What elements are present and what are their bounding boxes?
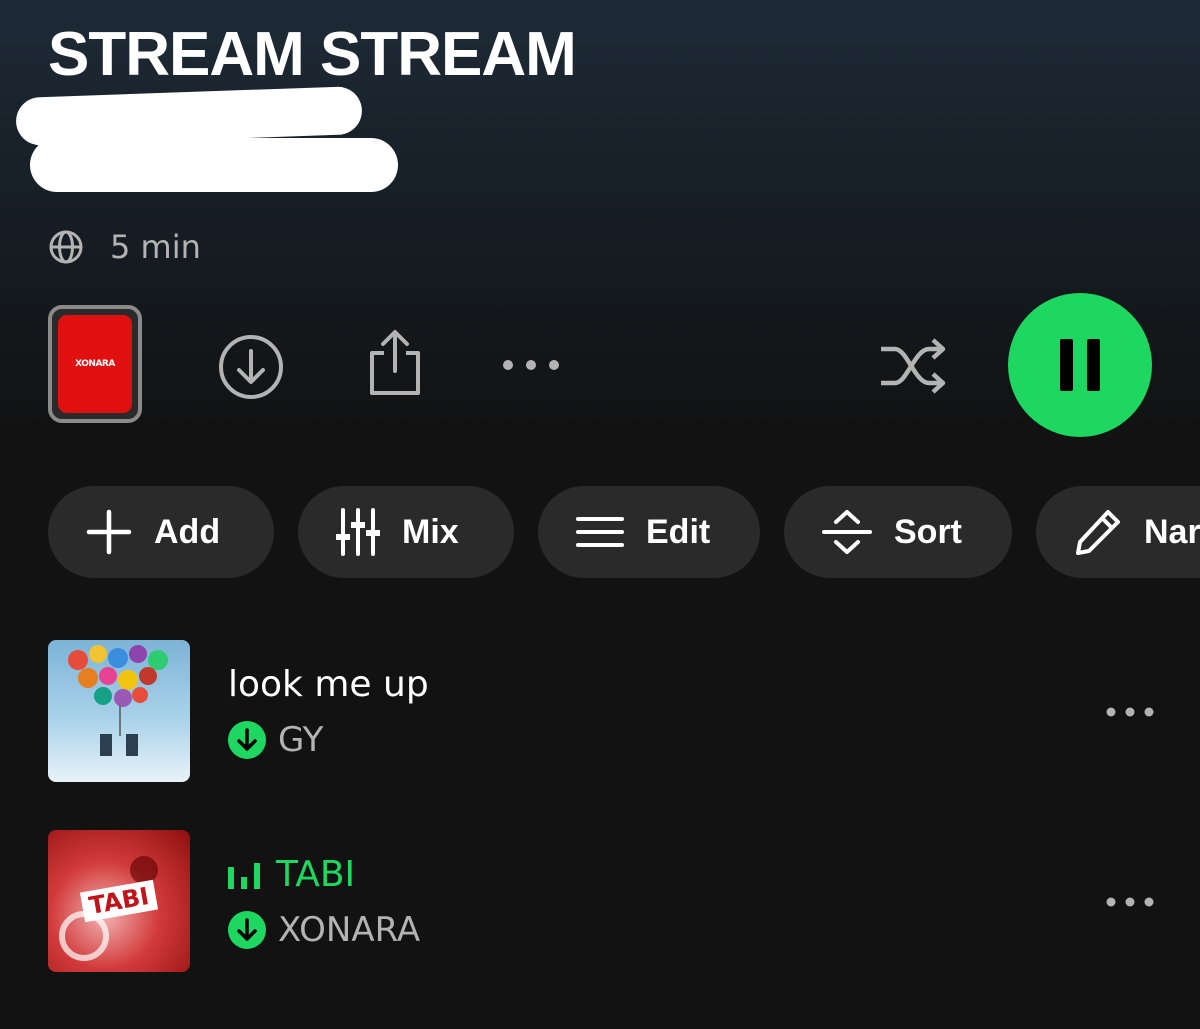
more-horizontal-icon xyxy=(1106,707,1154,717)
add-button-label: Add xyxy=(154,512,221,551)
tabi-artwork: TABI xyxy=(59,856,159,961)
add-button[interactable]: Add xyxy=(48,486,274,578)
sort-button[interactable]: Sort xyxy=(784,486,1012,578)
playlist-duration: 5 min xyxy=(110,228,201,266)
share-button[interactable] xyxy=(362,326,428,398)
sort-button-label: Sort xyxy=(894,512,962,551)
shuffle-button[interactable] xyxy=(876,334,952,398)
pause-button[interactable] xyxy=(1008,293,1152,437)
playlist-cover-thumbnail[interactable]: XONARA xyxy=(48,305,142,423)
name-button-label: Nar xyxy=(1144,512,1200,551)
pause-icon xyxy=(1060,339,1100,391)
edit-button[interactable]: Edit xyxy=(538,486,760,578)
downloaded-icon xyxy=(228,721,266,759)
now-playing-equalizer-icon xyxy=(228,862,260,889)
pencil-icon xyxy=(1076,510,1120,555)
more-horizontal-icon xyxy=(503,360,559,370)
track-artist-row: GY xyxy=(228,720,323,760)
more-horizontal-icon xyxy=(1106,897,1154,907)
download-button[interactable] xyxy=(216,332,286,402)
album-art xyxy=(48,640,190,782)
track-title-row: TABI xyxy=(228,854,355,895)
track-title: TABI xyxy=(276,854,356,895)
playlist-cover-text: XONARA xyxy=(75,359,115,369)
track-row[interactable]: look me up GY xyxy=(48,640,1200,782)
share-icon xyxy=(370,330,420,395)
album-art: TABI xyxy=(48,830,190,972)
edit-button-label: Edit xyxy=(646,512,711,551)
downloaded-icon xyxy=(228,911,266,949)
playlist-cover-image: XONARA xyxy=(58,315,132,413)
track-more-button[interactable] xyxy=(1104,704,1156,723)
name-button[interactable]: Nar xyxy=(1036,486,1200,578)
mix-button-label: Mix xyxy=(402,512,459,551)
shuffle-icon xyxy=(881,338,946,394)
mixer-icon xyxy=(336,508,380,556)
track-artist: XONARA xyxy=(278,910,421,950)
download-circle-icon xyxy=(219,335,283,399)
track-row[interactable]: TABI TABI XONARA xyxy=(48,830,1200,972)
balloons-artwork xyxy=(68,645,168,756)
menu-lines-icon xyxy=(576,517,624,547)
track-artist-row: XONARA xyxy=(228,910,420,950)
playlist-title: STREAM STREAM xyxy=(48,20,577,89)
playlist-meta: 5 min xyxy=(48,228,201,266)
more-options-button[interactable] xyxy=(498,350,564,380)
plus-icon xyxy=(86,509,132,555)
sort-icon xyxy=(822,510,872,554)
track-more-button[interactable] xyxy=(1104,894,1156,913)
mix-button[interactable]: Mix xyxy=(298,486,514,578)
track-title: look me up xyxy=(228,664,429,705)
tabi-artwork-text: TABI xyxy=(87,882,151,920)
globe-icon xyxy=(49,230,83,264)
track-artist: GY xyxy=(278,720,324,760)
